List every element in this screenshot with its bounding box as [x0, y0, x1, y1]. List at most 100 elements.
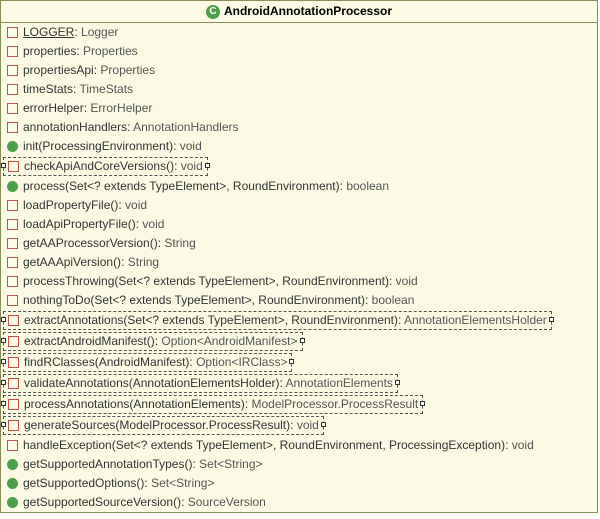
- member-label: loadPropertyFile(): void: [23, 197, 147, 214]
- selection-handle[interactable]: [1, 422, 6, 427]
- member-row[interactable]: getSupportedAnnotationTypes(): Set<Strin…: [1, 455, 597, 474]
- selection-handle[interactable]: [321, 422, 326, 427]
- selection-handle[interactable]: [420, 401, 425, 406]
- member-row[interactable]: propertiesApi: Properties: [1, 61, 597, 80]
- selection-handle[interactable]: [300, 338, 305, 343]
- selection-handle[interactable]: [205, 163, 210, 168]
- private-method-icon: [7, 238, 18, 249]
- member-label: getSupportedSourceVersion(): SourceVersi…: [23, 494, 266, 511]
- private-method-icon: [7, 257, 18, 268]
- member-row[interactable]: getSupportedOptions(): Set<String>: [1, 474, 597, 493]
- private-method-icon: [7, 295, 18, 306]
- selection-handle[interactable]: [549, 317, 554, 322]
- member-row[interactable]: checkApiAndCoreVersions(): void: [1, 156, 597, 177]
- private-method-icon: [8, 315, 19, 326]
- member-label: generateSources(ModelProcessor.ProcessRe…: [24, 417, 319, 434]
- member-label: processThrowing(Set<? extends TypeElemen…: [23, 273, 418, 290]
- member-label: getSupportedOptions(): Set<String>: [23, 475, 214, 492]
- member-label: propertiesApi: Properties: [23, 62, 155, 79]
- member-label: nothingToDo(Set<? extends TypeElement>, …: [23, 292, 414, 309]
- selection-box[interactable]: processAnnotations(AnnotationElements): …: [3, 395, 423, 414]
- public-method-icon: [7, 459, 18, 470]
- member-label: loadApiPropertyFile(): void: [23, 216, 164, 233]
- class-header[interactable]: C AndroidAnnotationProcessor: [1, 1, 597, 23]
- member-label: findRClasses(AndroidManifest): Option<IR…: [24, 354, 287, 371]
- member-label: handleException(Set<? extends TypeElemen…: [23, 437, 534, 454]
- member-row[interactable]: LOGGER: Logger: [1, 23, 597, 42]
- selection-box[interactable]: validateAnnotations(AnnotationElementsHo…: [3, 374, 398, 393]
- selection-handle[interactable]: [289, 359, 294, 364]
- member-label: init(ProcessingEnvironment): void: [23, 138, 202, 155]
- selection-box[interactable]: generateSources(ModelProcessor.ProcessRe…: [3, 416, 324, 435]
- member-row[interactable]: process(Set<? extends TypeElement>, Roun…: [1, 177, 597, 196]
- field-icon: [7, 122, 18, 133]
- private-method-icon: [8, 357, 19, 368]
- member-label: extractAndroidManifest(): Option<Android…: [24, 333, 298, 350]
- private-method-icon: [7, 219, 18, 230]
- member-row[interactable]: loadPropertyFile(): void: [1, 196, 597, 215]
- field-icon: [7, 103, 18, 114]
- member-row[interactable]: handleException(Set<? extends TypeElemen…: [1, 436, 597, 455]
- public-method-icon: [7, 141, 18, 152]
- private-method-icon: [8, 336, 19, 347]
- private-method-icon: [8, 399, 19, 410]
- member-label: timeStats: TimeStats: [23, 81, 133, 98]
- member-row[interactable]: extractAnnotations(Set<? extends TypeEle…: [1, 310, 597, 331]
- member-row[interactable]: timeStats: TimeStats: [1, 80, 597, 99]
- field-icon: [7, 65, 18, 76]
- private-method-icon: [7, 276, 18, 287]
- member-row[interactable]: annotationHandlers: AnnotationHandlers: [1, 118, 597, 137]
- member-label: extractAnnotations(Set<? extends TypeEle…: [24, 312, 547, 329]
- selection-handle[interactable]: [1, 163, 6, 168]
- private-method-icon: [8, 378, 19, 389]
- member-row[interactable]: getAAApiVersion(): String: [1, 253, 597, 272]
- member-row[interactable]: properties: Properties: [1, 42, 597, 61]
- member-label: annotationHandlers: AnnotationHandlers: [23, 119, 239, 136]
- member-row[interactable]: getAAProcessorVersion(): String: [1, 234, 597, 253]
- member-label: processAnnotations(AnnotationElements): …: [24, 396, 418, 413]
- member-label: process(Set<? extends TypeElement>, Roun…: [23, 178, 389, 195]
- member-row[interactable]: errorHelper: ErrorHelper: [1, 99, 597, 118]
- member-row[interactable]: findRClasses(AndroidManifest): Option<IR…: [1, 352, 597, 373]
- selection-handle[interactable]: [395, 380, 400, 385]
- public-method-icon: [7, 181, 18, 192]
- member-label: checkApiAndCoreVersions(): void: [24, 158, 203, 175]
- selection-handle[interactable]: [1, 401, 6, 406]
- selection-handle[interactable]: [1, 380, 6, 385]
- private-method-icon: [7, 200, 18, 211]
- member-label: getAAProcessorVersion(): String: [23, 235, 196, 252]
- member-label: properties: Properties: [23, 43, 138, 60]
- member-label: getSupportedAnnotationTypes(): Set<Strin…: [23, 456, 263, 473]
- selection-handle[interactable]: [1, 317, 6, 322]
- private-method-icon: [8, 161, 19, 172]
- private-method-icon: [8, 420, 19, 431]
- member-label: getAAApiVersion(): String: [23, 254, 159, 271]
- member-row[interactable]: loadApiPropertyFile(): void: [1, 215, 597, 234]
- member-row[interactable]: processThrowing(Set<? extends TypeElemen…: [1, 272, 597, 291]
- class-icon: C: [206, 5, 220, 19]
- class-name: AndroidAnnotationProcessor: [224, 4, 392, 18]
- selection-handle[interactable]: [1, 359, 6, 364]
- public-method-icon: [7, 478, 18, 489]
- member-row[interactable]: validateAnnotations(AnnotationElementsHo…: [1, 373, 597, 394]
- field-icon: [7, 27, 18, 38]
- member-row[interactable]: nothingToDo(Set<? extends TypeElement>, …: [1, 291, 597, 310]
- member-label: LOGGER: Logger: [23, 24, 118, 41]
- member-label: validateAnnotations(AnnotationElementsHo…: [24, 375, 393, 392]
- uml-class-box: C AndroidAnnotationProcessor LOGGER: Logg…: [0, 0, 598, 513]
- members-section: LOGGER: Logger properties: Properties prop…: [1, 23, 597, 512]
- member-row[interactable]: extractAndroidManifest(): Option<Android…: [1, 331, 597, 352]
- private-method-icon: [7, 440, 18, 451]
- selection-box[interactable]: extractAnnotations(Set<? extends TypeEle…: [3, 311, 552, 330]
- member-row[interactable]: generateSources(ModelProcessor.ProcessRe…: [1, 415, 597, 436]
- selection-box[interactable]: extractAndroidManifest(): Option<Android…: [3, 332, 303, 351]
- member-row[interactable]: getSupportedSourceVersion(): SourceVersi…: [1, 493, 597, 512]
- selection-box[interactable]: findRClasses(AndroidManifest): Option<IR…: [3, 353, 292, 372]
- public-method-icon: [7, 497, 18, 508]
- selection-box[interactable]: checkApiAndCoreVersions(): void: [3, 157, 208, 176]
- field-icon: [7, 84, 18, 95]
- member-label: errorHelper: ErrorHelper: [23, 100, 152, 117]
- member-row[interactable]: processAnnotations(AnnotationElements): …: [1, 394, 597, 415]
- selection-handle[interactable]: [1, 338, 6, 343]
- member-row[interactable]: init(ProcessingEnvironment): void: [1, 137, 597, 156]
